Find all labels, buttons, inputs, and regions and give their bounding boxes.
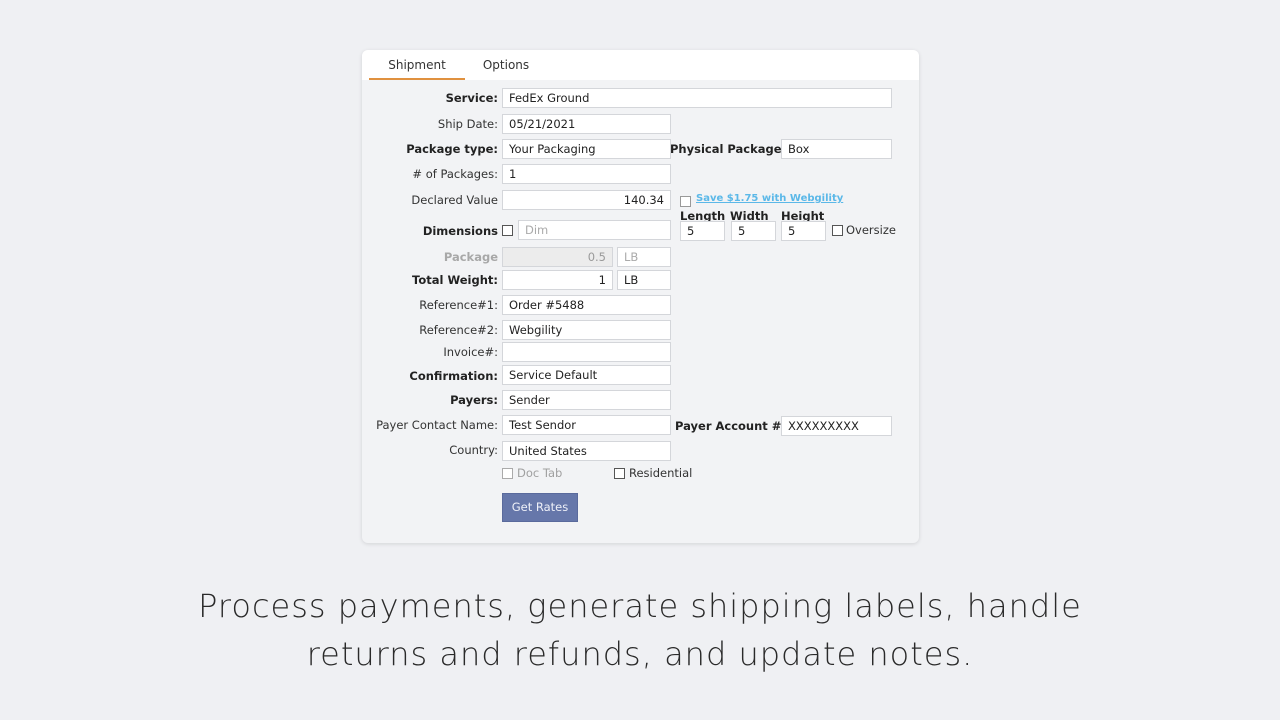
payer-contact-name-input[interactable]: Test Sendor xyxy=(502,415,671,435)
dimensions-label: Dimensions xyxy=(422,224,498,238)
height-input[interactable]: 5 xyxy=(781,221,826,241)
ship-date-input[interactable]: 05/21/2021 xyxy=(502,114,671,134)
service-select[interactable]: FedEx Ground xyxy=(502,88,892,108)
caption: Process payments, generate shipping labe… xyxy=(0,582,1280,678)
package-type-label: Package type: xyxy=(406,142,498,156)
doc-tab-checkbox[interactable] xyxy=(502,468,513,479)
payer-account-input[interactable]: XXXXXXXXX xyxy=(781,416,892,436)
invoice-input[interactable] xyxy=(502,342,671,362)
tab-shipment[interactable]: Shipment xyxy=(369,50,465,80)
ship-date-label: Ship Date: xyxy=(437,117,498,131)
caption-line-2: returns and refunds, and update notes. xyxy=(306,635,974,673)
tab-bar: Shipment Options xyxy=(362,50,919,80)
package-weight-input: 0.5 xyxy=(502,247,613,267)
tab-options[interactable]: Options xyxy=(472,50,540,80)
doc-tab-label: Doc Tab xyxy=(517,466,563,480)
reference1-input[interactable]: Order #5488 xyxy=(502,295,671,315)
residential-checkbox[interactable] xyxy=(614,468,625,479)
reference1-label: Reference#1: xyxy=(419,298,498,312)
num-packages-input[interactable]: 1 xyxy=(502,164,671,184)
reference2-label: Reference#2: xyxy=(419,323,498,337)
service-label: Service: xyxy=(445,91,498,105)
physical-package-select[interactable]: Box xyxy=(781,139,892,159)
dimensions-input[interactable]: Dim xyxy=(518,220,671,240)
total-weight-label: Total Weight: xyxy=(412,273,498,287)
package-weight-unit: LB xyxy=(617,247,671,267)
length-input[interactable]: 5 xyxy=(680,221,725,241)
payer-contact-name-label: Payer Contact Name: xyxy=(376,418,498,432)
confirmation-label: Confirmation: xyxy=(409,369,498,383)
oversize-label: Oversize xyxy=(846,223,896,237)
reference2-input[interactable]: Webgility xyxy=(502,320,671,340)
dimensions-checkbox[interactable] xyxy=(502,225,513,236)
total-weight-input[interactable]: 1 xyxy=(502,270,613,290)
country-label: Country: xyxy=(449,443,498,457)
num-packages-label: # of Packages: xyxy=(412,167,498,181)
payer-account-label: Payer Account #: xyxy=(675,419,787,433)
package-type-select[interactable]: Your Packaging xyxy=(502,139,671,159)
width-input[interactable]: 5 xyxy=(731,221,776,241)
country-select[interactable]: United States xyxy=(502,441,671,461)
declared-value-input[interactable]: 140.34 xyxy=(502,190,671,210)
declared-value-label: Declared Value xyxy=(411,193,498,207)
shipment-panel: Shipment Options Service: FedEx Ground S… xyxy=(362,50,919,543)
caption-line-1: Process payments, generate shipping labe… xyxy=(198,587,1082,625)
physical-package-label: Physical Package: xyxy=(670,142,787,156)
payers-select[interactable]: Sender xyxy=(502,390,671,410)
package-weight-label: Package xyxy=(443,250,498,264)
payers-label: Payers: xyxy=(450,393,498,407)
invoice-label: Invoice#: xyxy=(443,345,498,359)
oversize-checkbox[interactable] xyxy=(832,225,843,236)
confirmation-select[interactable]: Service Default xyxy=(502,365,671,385)
total-weight-unit-select[interactable]: LB xyxy=(617,270,671,290)
save-webgility-link[interactable]: Save $1.75 with Webgility xyxy=(696,193,843,204)
get-rates-button[interactable]: Get Rates xyxy=(502,493,578,522)
residential-label: Residential xyxy=(629,466,693,480)
